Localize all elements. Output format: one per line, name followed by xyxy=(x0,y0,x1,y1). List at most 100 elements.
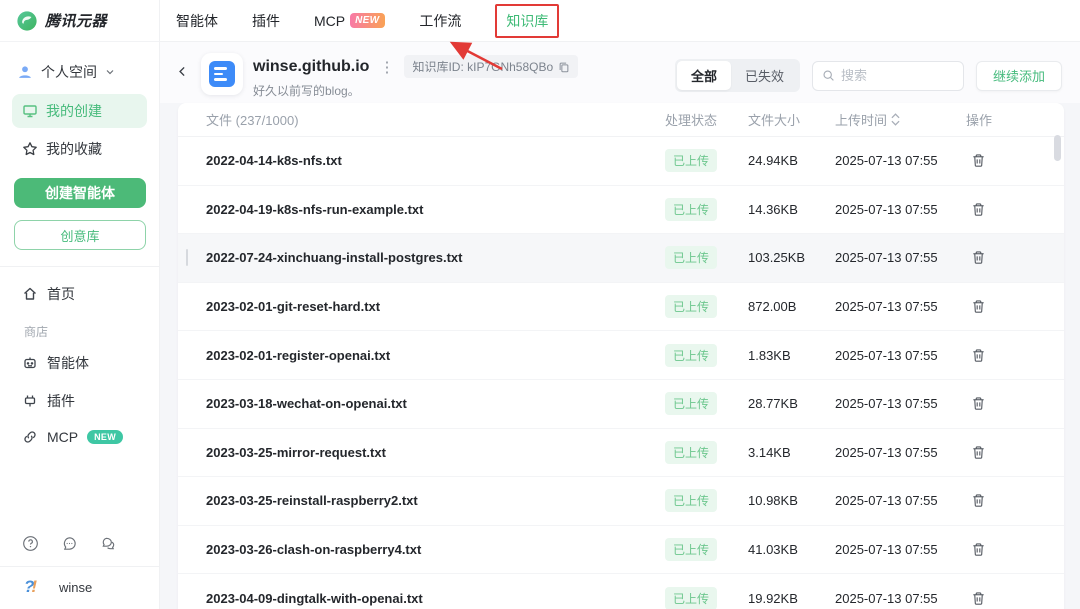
knowledge-base-icon xyxy=(201,53,243,95)
search-input[interactable] xyxy=(841,68,951,83)
delete-button[interactable] xyxy=(968,393,989,414)
table-row[interactable]: 2023-03-26-clash-on-raspberry4.txt 已上传 4… xyxy=(178,526,1064,575)
status-badge: 已上传 xyxy=(665,538,717,561)
file-size: 41.03KB xyxy=(748,542,835,557)
user-name: winse xyxy=(59,580,92,595)
status-badge: 已上传 xyxy=(665,441,717,464)
copy-icon[interactable] xyxy=(558,61,570,73)
row-checkbox[interactable] xyxy=(186,249,188,266)
chat-feedback-icon[interactable] xyxy=(61,535,78,552)
table-row[interactable]: 2023-03-25-mirror-request.txt 已上传 3.14KB… xyxy=(178,429,1064,478)
file-name: 2023-03-25-reinstall-raspberry2.txt xyxy=(206,493,665,508)
delete-button[interactable] xyxy=(968,296,989,317)
search-box[interactable] xyxy=(812,61,964,91)
sort-icon[interactable] xyxy=(891,113,900,126)
sidebar-item-store-agent[interactable]: 智能体 xyxy=(0,344,159,382)
table-row[interactable]: 2023-03-25-reinstall-raspberry2.txt 已上传 … xyxy=(178,477,1064,526)
status-badge: 已上传 xyxy=(665,587,717,609)
upload-time: 2025-07-13 07:55 xyxy=(835,299,966,314)
filter-invalid-tab[interactable]: 已失效 xyxy=(731,61,798,90)
nav-item-knowledge-base[interactable]: 知识库 xyxy=(495,4,559,38)
file-name: 2023-02-01-register-openai.txt xyxy=(206,348,665,363)
more-options-icon[interactable]: ⋮ xyxy=(377,58,396,76)
file-table-card: 文件 (237/1000) 处理状态 文件大小 上传时间 操作 2022-0 xyxy=(178,103,1064,609)
knowledge-base-id[interactable]: 知识库ID: kIP7GNh58QBo xyxy=(404,55,578,78)
file-count: (237/1000) xyxy=(236,113,299,128)
file-size: 3.14KB xyxy=(748,445,835,460)
column-header-action: 操作 xyxy=(966,110,1064,129)
table-row[interactable]: 2023-02-01-register-openai.txt 已上传 1.83K… xyxy=(178,331,1064,380)
brand-logo[interactable]: 腾讯元器 xyxy=(0,0,159,42)
sidebar-item-label: 智能体 xyxy=(47,353,89,373)
table-row[interactable]: 2023-04-09-dingtalk-with-openai.txt 已上传 … xyxy=(178,574,1064,609)
upload-time: 2025-07-13 07:55 xyxy=(835,153,966,168)
status-badge: 已上传 xyxy=(665,246,717,269)
sidebar-item-store-plugin[interactable]: 插件 xyxy=(0,382,159,420)
sidebar-item-store-mcp[interactable]: MCP NEW xyxy=(0,420,159,454)
delete-button[interactable] xyxy=(968,588,989,609)
sidebar-item-my-creations[interactable]: 我的创建 xyxy=(12,94,147,128)
user-avatar-icon xyxy=(16,63,34,81)
link-icon xyxy=(22,429,38,445)
nav-label: 工作流 xyxy=(419,11,461,31)
delete-button[interactable] xyxy=(968,539,989,560)
file-size: 24.94KB xyxy=(748,153,835,168)
file-name: 2023-04-09-dingtalk-with-openai.txt xyxy=(206,591,665,606)
continue-add-button[interactable]: 继续添加 xyxy=(976,61,1062,91)
status-badge: 已上传 xyxy=(665,344,717,367)
main-content: winse.github.io ⋮ 知识库ID: kIP7GNh58QBo 好久… xyxy=(160,42,1080,609)
table-body: 2022-04-14-k8s-nfs.txt 已上传 24.94KB 2025-… xyxy=(178,137,1064,609)
nav-label: 智能体 xyxy=(176,11,218,31)
upload-time: 2025-07-13 07:55 xyxy=(835,250,966,265)
table-scrollbar[interactable] xyxy=(1054,135,1061,161)
idea-library-button[interactable]: 创意库 xyxy=(14,220,146,250)
sidebar-item-label: 插件 xyxy=(47,391,75,411)
kb-description: 好久以前写的blog。 xyxy=(253,82,578,99)
file-size: 19.92KB xyxy=(748,591,835,606)
status-badge: 已上传 xyxy=(665,149,717,172)
user-profile[interactable]: ?! winse xyxy=(0,566,159,609)
table-row[interactable]: 2022-07-24-xinchuang-install-postgres.tx… xyxy=(178,234,1064,283)
sidebar-item-home[interactable]: 首页 xyxy=(0,275,159,313)
delete-button[interactable] xyxy=(968,490,989,511)
table-row[interactable]: 2023-02-01-git-reset-hard.txt 已上传 872.00… xyxy=(178,283,1064,332)
delete-button[interactable] xyxy=(968,442,989,463)
new-badge: NEW xyxy=(87,430,123,444)
delete-button[interactable] xyxy=(968,199,989,220)
back-button[interactable] xyxy=(174,53,191,90)
nav-item-mcp[interactable]: MCP NEW xyxy=(314,13,385,29)
search-icon xyxy=(822,69,835,82)
status-badge: 已上传 xyxy=(665,489,717,512)
new-badge: NEW xyxy=(350,13,385,28)
column-header-status: 处理状态 xyxy=(665,110,748,129)
delete-button[interactable] xyxy=(968,150,989,171)
help-icon[interactable] xyxy=(22,535,39,552)
create-agent-button[interactable]: 创建智能体 xyxy=(14,178,146,208)
nav-item-agent[interactable]: 智能体 xyxy=(176,11,218,31)
table-row[interactable]: 2023-03-18-wechat-on-openai.txt 已上传 28.7… xyxy=(178,380,1064,429)
workspace-selector[interactable]: 个人空间 xyxy=(0,60,159,84)
sidebar-item-label: 我的收藏 xyxy=(46,139,102,159)
file-name: 2022-07-24-xinchuang-install-postgres.tx… xyxy=(206,250,665,265)
file-name: 2023-02-01-git-reset-hard.txt xyxy=(206,299,665,314)
status-filter: 全部 已失效 xyxy=(675,59,800,92)
sidebar-item-my-favorites[interactable]: 我的收藏 xyxy=(12,132,147,166)
file-size: 10.98KB xyxy=(748,493,835,508)
sidebar-item-label: MCP xyxy=(47,429,78,445)
nav-item-workflow[interactable]: 工作流 xyxy=(419,11,461,31)
monitor-icon xyxy=(22,103,38,119)
table-row[interactable]: 2022-04-14-k8s-nfs.txt 已上传 24.94KB 2025-… xyxy=(178,137,1064,186)
top-navbar: 智能体 插件 MCP NEW 工作流 知识库 xyxy=(160,0,1080,42)
nav-item-plugin[interactable]: 插件 xyxy=(252,11,280,31)
workspace-label: 个人空间 xyxy=(41,62,97,82)
community-icon[interactable] xyxy=(100,535,117,552)
delete-button[interactable] xyxy=(968,247,989,268)
filter-all-tab[interactable]: 全部 xyxy=(677,61,731,90)
file-size: 28.77KB xyxy=(748,396,835,411)
table-row[interactable]: 2022-04-19-k8s-nfs-run-example.txt 已上传 1… xyxy=(178,186,1064,235)
nav-label: MCP xyxy=(314,13,345,29)
sidebar-item-label: 我的创建 xyxy=(46,101,102,121)
delete-button[interactable] xyxy=(968,345,989,366)
plugin-icon xyxy=(22,393,38,409)
column-header-file: 文件 (237/1000) xyxy=(206,110,665,129)
